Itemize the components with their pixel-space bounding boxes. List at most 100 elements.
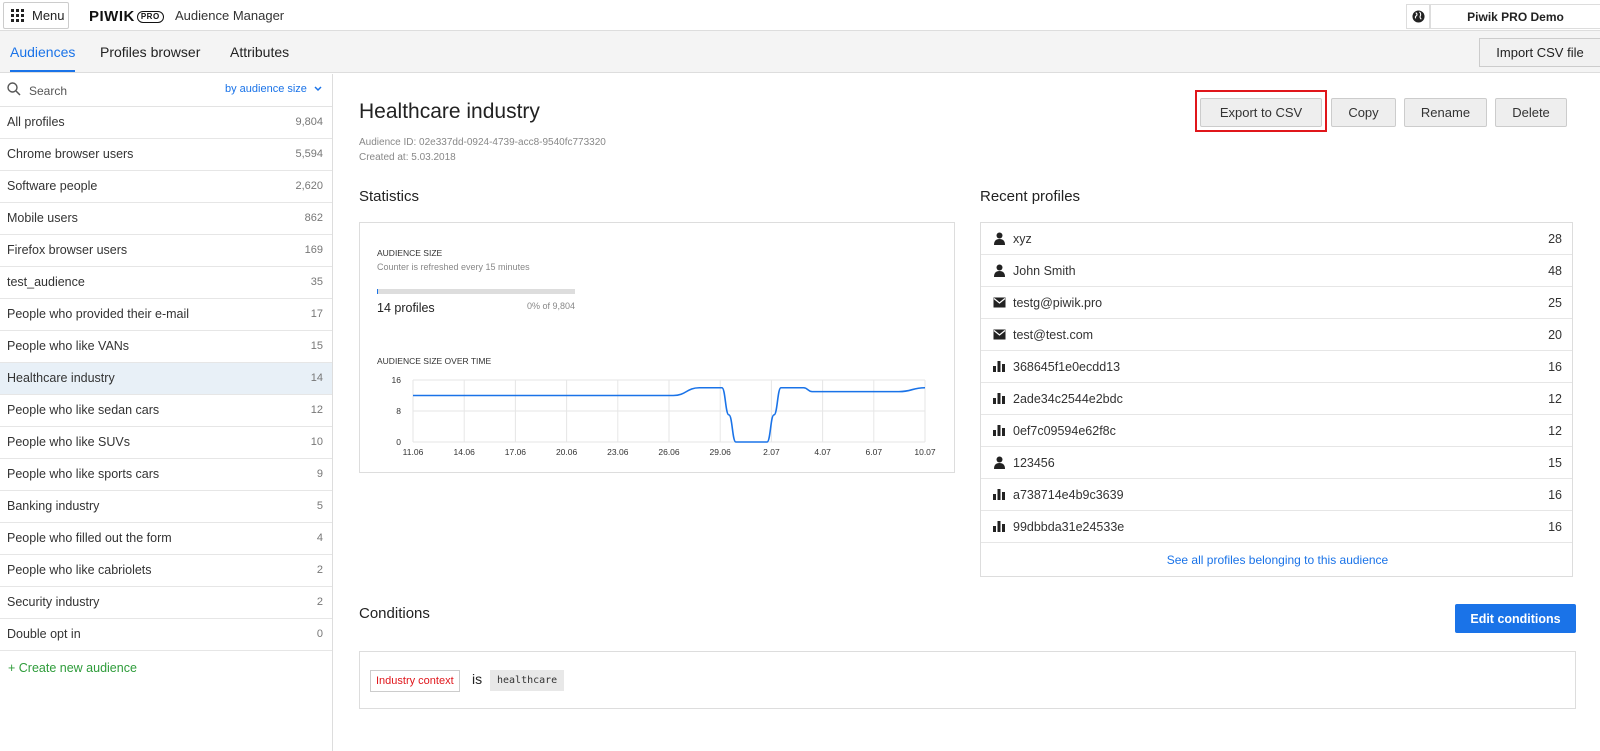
profile-row[interactable]: John Smith 48 xyxy=(981,255,1572,287)
audience-count: 862 xyxy=(304,212,323,224)
copy-button[interactable]: Copy xyxy=(1331,98,1396,127)
audience-item[interactable]: Security industry 2 xyxy=(0,587,332,619)
tab-attributes[interactable]: Attributes xyxy=(230,44,289,70)
profile-row[interactable]: 368645f1e0ecdd13 16 xyxy=(981,351,1572,383)
chart-x-tick: 29.06 xyxy=(710,447,732,457)
audience-name: People who like sedan cars xyxy=(7,403,160,417)
logo-text: PIWIK xyxy=(89,8,135,25)
profile-count: 25 xyxy=(1548,296,1562,310)
chart-x-tick: 2.07 xyxy=(763,447,780,457)
user-icon xyxy=(993,264,1007,277)
search-input[interactable]: Search xyxy=(29,84,67,98)
audience-name: Security industry xyxy=(7,595,100,609)
profile-name: testg@piwik.pro xyxy=(1013,296,1103,310)
see-all-profiles-link[interactable]: See all profiles belonging to this audie… xyxy=(981,553,1574,567)
chevron-down-icon xyxy=(314,86,322,92)
bar-chart-icon xyxy=(993,520,1007,533)
tab-audiences[interactable]: Audiences xyxy=(10,44,76,72)
export-highlight-box xyxy=(1195,90,1327,132)
create-audience-link[interactable]: + Create new audience xyxy=(8,661,137,675)
delete-button[interactable]: Delete xyxy=(1495,98,1567,127)
audience-item[interactable]: All profiles 9,804 xyxy=(0,107,332,139)
account-name[interactable]: Piwik PRO Demo xyxy=(1430,4,1600,29)
chart-x-tick: 11.06 xyxy=(403,447,424,457)
app-name: Audience Manager xyxy=(175,8,285,23)
profile-row[interactable]: testg@piwik.pro 25 xyxy=(981,287,1572,319)
tabs-bar: Audiences Profiles browser Attributes Im… xyxy=(0,31,1600,73)
chart-x-tick: 26.06 xyxy=(658,447,680,457)
statistics-heading: Statistics xyxy=(359,188,420,205)
audience-sidebar: Search by audience size All profiles 9,80… xyxy=(0,74,333,751)
audience-name: Mobile users xyxy=(7,211,78,225)
audience-item[interactable]: Firefox browser users 169 xyxy=(0,235,332,267)
audience-count: 0 xyxy=(316,628,323,640)
audience-item[interactable]: Healthcare industry 14 xyxy=(0,363,332,395)
audience-item[interactable]: People who like sports cars 9 xyxy=(0,459,332,491)
profile-row[interactable]: 99dbbda31e24533e 16 xyxy=(981,511,1572,543)
profile-row[interactable]: a738714e4b9c3639 16 xyxy=(981,479,1572,511)
audience-detail: Healthcare industry Audience ID: 02e337d… xyxy=(334,74,1600,751)
audience-item[interactable]: People who like VANs 15 xyxy=(0,331,332,363)
recent-profiles-panel: xyz 28 John Smith 48 testg@piwik.pro 25 test@t… xyxy=(980,222,1573,577)
audience-item[interactable]: Double opt in 0 xyxy=(0,619,332,651)
audience-item[interactable]: People who like SUVs 10 xyxy=(0,427,332,459)
profile-count: 16 xyxy=(1548,488,1562,502)
audience-count: 169 xyxy=(304,244,323,256)
sort-dropdown[interactable]: by audience size xyxy=(225,83,322,95)
profile-name: 99dbbda31e24533e xyxy=(1013,520,1125,534)
audience-size-label: AUDIENCE SIZE xyxy=(377,248,443,258)
audience-item[interactable]: Chrome browser users 5,594 xyxy=(0,139,332,171)
menu-label: Menu xyxy=(32,8,65,23)
menu-button[interactable]: Menu xyxy=(3,2,69,29)
audience-item[interactable]: People who like sedan cars 12 xyxy=(0,395,332,427)
audience-count: 2 xyxy=(316,596,323,608)
profile-count: 28 xyxy=(1548,232,1562,246)
tab-profiles-browser[interactable]: Profiles browser xyxy=(100,44,200,70)
profile-row[interactable]: test@test.com 20 xyxy=(981,319,1572,351)
audience-name: People who like cabriolets xyxy=(7,563,152,577)
audience-list: All profiles 9,804 Chrome browser users 5,5… xyxy=(0,107,332,651)
import-csv-button[interactable]: Import CSV file xyxy=(1479,38,1600,67)
conditions-heading: Conditions xyxy=(359,605,430,622)
refresh-note: Counter is refreshed every 15 minutes xyxy=(377,262,530,272)
audience-item[interactable]: People who like cabriolets 2 xyxy=(0,555,332,587)
audience-count: 4 xyxy=(316,532,323,544)
audience-count: 12 xyxy=(310,404,323,416)
edit-conditions-button[interactable]: Edit conditions xyxy=(1455,604,1576,633)
chart-x-tick: 17.06 xyxy=(505,447,527,457)
profile-row[interactable]: 2ade34c2544e2bdc 12 xyxy=(981,383,1572,415)
audience-name: Banking industry xyxy=(7,499,100,513)
audience-name: Healthcare industry xyxy=(7,371,115,385)
audience-item[interactable]: Mobile users 862 xyxy=(0,203,332,235)
profile-row[interactable]: 123456 15 xyxy=(981,447,1572,479)
audience-item[interactable]: test_audience 35 xyxy=(0,267,332,299)
audience-name: Software people xyxy=(7,179,98,193)
chart-x-tick: 6.07 xyxy=(866,447,883,457)
audience-count: 14 xyxy=(310,372,323,384)
search-icon xyxy=(7,82,21,96)
audience-name: People who provided their e-mail xyxy=(7,307,190,321)
rename-button[interactable]: Rename xyxy=(1404,98,1487,127)
profile-row[interactable]: 0ef7c09594e62f8c 12 xyxy=(981,415,1572,447)
envelope-icon xyxy=(993,296,1007,309)
profile-count: 12 xyxy=(1548,392,1562,406)
audience-item[interactable]: Software people 2,620 xyxy=(0,171,332,203)
profile-count: 16 xyxy=(1548,360,1562,374)
globe-icon xyxy=(1411,10,1425,23)
profile-count: 15 xyxy=(1548,456,1562,470)
profile-count: 48 xyxy=(1548,264,1562,278)
piwik-pro-logo[interactable]: PIWIK PRO xyxy=(89,8,164,25)
profile-name: 368645f1e0ecdd13 xyxy=(1013,360,1121,374)
profile-name: 2ade34c2544e2bdc xyxy=(1013,392,1123,406)
condition-attribute: Industry context xyxy=(370,670,460,692)
created-at: Created at: 5.03.2018 xyxy=(359,152,456,163)
audience-item[interactable]: People who filled out the form 4 xyxy=(0,523,332,555)
audience-item[interactable]: Banking industry 5 xyxy=(0,491,332,523)
profile-row[interactable]: xyz 28 xyxy=(981,223,1572,255)
audience-count: 2,620 xyxy=(295,180,323,192)
user-icon xyxy=(993,456,1007,469)
user-icon xyxy=(993,232,1007,245)
audience-item[interactable]: People who provided their e-mail 17 xyxy=(0,299,332,331)
audience-count: 17 xyxy=(310,308,323,320)
globe-button[interactable] xyxy=(1406,4,1430,29)
